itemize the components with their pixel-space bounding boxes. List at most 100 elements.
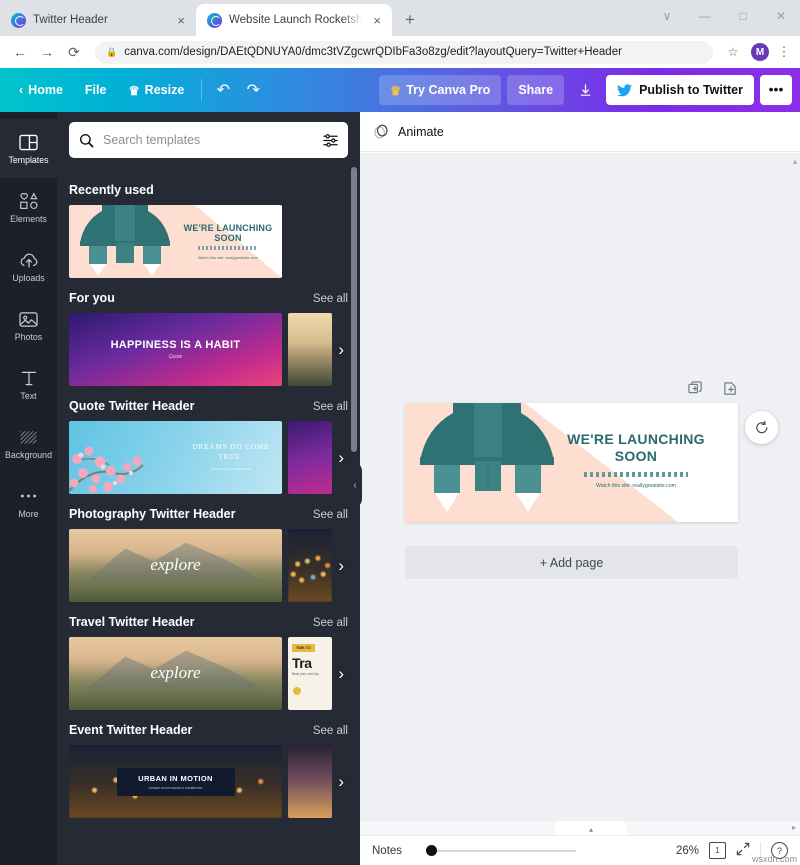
bottom-scroll-strip: ▴ ▸ [360, 821, 800, 835]
tab-search-icon[interactable]: ∨ [648, 0, 686, 32]
try-canva-pro-button[interactable]: ♛ Try Canva Pro [379, 75, 502, 105]
design-page[interactable]: WE'RE LAUNCHING SOON Watch this site: re… [405, 403, 738, 522]
new-tab-button[interactable]: + [396, 6, 424, 34]
file-menu-button[interactable]: File [74, 75, 118, 105]
template-card-rocketship[interactable]: WE'RE LAUNCHING SOON Watch this site: re… [69, 205, 282, 278]
browser-tab-2[interactable]: Website Launch Rocketship Twitt × [196, 4, 392, 36]
page-count-button[interactable]: 1 [709, 842, 728, 861]
next-arrow-icon[interactable]: › [338, 448, 344, 468]
sidebar-item-elements[interactable]: Elements [0, 178, 57, 237]
browser-menu-icon[interactable]: ⋮ [776, 45, 792, 58]
template-card-explore-travel[interactable]: explore [69, 637, 282, 710]
template-row: explore › [69, 529, 348, 602]
sidebar-item-templates[interactable]: Templates [0, 119, 57, 178]
templates-scroll-area[interactable]: Recently used WE'RE LAUNCHING SOON Watch… [57, 170, 360, 865]
scroll-right-icon[interactable]: ▸ [792, 823, 796, 832]
next-arrow-icon[interactable]: › [338, 772, 344, 792]
uploads-icon [19, 250, 39, 270]
design-text-block[interactable]: WE'RE LAUNCHING SOON Watch this site: re… [548, 431, 724, 489]
template-row: HAPPINESS IS A HABIT Quote › [69, 313, 348, 386]
zoom-slider-knob[interactable] [426, 845, 438, 856]
home-button[interactable]: ‹ Home [8, 75, 74, 105]
regenerate-button[interactable] [745, 411, 778, 444]
section-for-you: For you See all HAPPINESS IS A HABIT Quo… [57, 291, 360, 386]
duplicate-page-icon[interactable] [688, 381, 703, 396]
section-title: Quote Twitter Header [69, 399, 195, 413]
resize-button[interactable]: ♛ Resize [117, 75, 195, 105]
collapse-panel-button[interactable]: ‹ [348, 462, 362, 508]
see-all-link[interactable]: See all [313, 401, 348, 413]
profile-avatar[interactable]: M [751, 43, 769, 61]
more-icon [19, 486, 38, 506]
add-page-button[interactable]: + Add page [405, 546, 738, 579]
sidebar-item-uploads[interactable]: Uploads [0, 237, 57, 296]
download-icon[interactable] [570, 75, 600, 105]
close-tab-icon[interactable]: × [370, 14, 384, 27]
see-all-link[interactable]: See all [313, 617, 348, 629]
bookmark-star-icon[interactable]: ☆ [722, 45, 744, 59]
sidebar-item-text[interactable]: Text [0, 355, 57, 414]
window-controls: ∨ — □ ✕ [648, 0, 800, 32]
filter-icon[interactable] [323, 133, 338, 148]
section-header: Quote Twitter Header See all [69, 399, 348, 413]
browser-omnibar: ← → ⟳ 🔒 canva.com/design/DAEtQDNUYA0/dmc… [0, 36, 800, 68]
panel-scrollbar-thumb[interactable] [351, 167, 357, 452]
animate-button[interactable]: Animate [398, 125, 444, 139]
template-card-dreams[interactable]: DREAMS DO COME TRUE. We will help you ac… [69, 421, 282, 494]
fullscreen-icon[interactable] [736, 842, 750, 859]
design-subtext: Watch this site: reallygreatsite.com [596, 482, 676, 489]
template-card-peek[interactable] [288, 529, 332, 602]
template-card-explore-photography[interactable]: explore [69, 529, 282, 602]
sidebar-item-more[interactable]: More [0, 473, 57, 532]
template-card-peek[interactable] [288, 745, 332, 818]
template-card-urban-in-motion[interactable]: URBAN IN MOTION STREET PHOTOGRAPHY EXHIB… [69, 745, 282, 818]
happiness-thumbnail: HAPPINESS IS A HABIT Quote [69, 313, 282, 386]
design-canvas-area[interactable]: ▴ WE'RE LAUNCHING SOON Watch this site: … [360, 153, 800, 821]
add-page-icon[interactable] [723, 381, 738, 396]
watermark: wsxdn.com [751, 854, 797, 864]
see-all-link[interactable]: See all [313, 725, 348, 737]
next-arrow-icon[interactable]: › [338, 664, 344, 684]
try-pro-label: Try Canva Pro [406, 83, 491, 97]
expand-notes-handle[interactable]: ▴ [555, 821, 627, 835]
template-card-peek[interactable] [288, 313, 332, 386]
maximize-icon[interactable]: □ [724, 0, 762, 32]
publish-label: Publish to Twitter [639, 83, 743, 97]
next-arrow-icon[interactable]: › [338, 340, 344, 360]
back-icon[interactable]: ← [8, 40, 32, 64]
canva-favicon-icon [207, 12, 222, 28]
see-all-link[interactable]: See all [313, 293, 348, 305]
share-button[interactable]: Share [507, 75, 565, 105]
undo-icon[interactable]: ↶ [208, 75, 238, 105]
more-options-button[interactable]: ••• [760, 75, 792, 105]
section-header: Event Twitter Header See all [69, 723, 348, 737]
template-card-peek[interactable]: TIME TO Tra Book your next trip [288, 637, 332, 710]
publish-to-twitter-button[interactable]: Publish to Twitter [606, 75, 754, 105]
minimize-icon[interactable]: — [686, 0, 724, 32]
template-row: DREAMS DO COME TRUE. We will help you ac… [69, 421, 348, 494]
notes-button[interactable]: Notes [372, 845, 402, 857]
sidebar-item-photos[interactable]: Photos [0, 296, 57, 355]
redo-icon[interactable]: ↷ [238, 75, 268, 105]
zoom-slider[interactable] [426, 844, 577, 858]
next-arrow-icon[interactable]: › [338, 556, 344, 576]
section-title: Photography Twitter Header [69, 507, 236, 521]
sidebar-item-background[interactable]: Background [0, 414, 57, 473]
background-icon [19, 427, 38, 447]
close-tab-icon[interactable]: × [174, 14, 188, 27]
travel-thumbnail: TIME TO Tra Book your next trip [288, 637, 332, 710]
browser-tab-1[interactable]: Twitter Header × [0, 4, 196, 36]
scroll-up-icon[interactable]: ▴ [793, 157, 797, 166]
section-event-twitter-header: Event Twitter Header See all URBAN IN MO… [57, 723, 360, 818]
section-title: Event Twitter Header [69, 723, 193, 737]
search-input[interactable]: Search templates [103, 133, 314, 147]
template-card-happiness[interactable]: HAPPINESS IS A HABIT Quote [69, 313, 282, 386]
reload-icon[interactable]: ⟳ [62, 40, 86, 64]
search-templates-box[interactable]: Search templates [69, 122, 348, 158]
address-bar[interactable]: 🔒 canva.com/design/DAEtQDNUYA0/dmc3tVZgc… [95, 40, 713, 64]
see-all-link[interactable]: See all [313, 509, 348, 521]
close-window-icon[interactable]: ✕ [762, 0, 800, 32]
template-card-peek[interactable] [288, 421, 332, 494]
editor-toolbar: Animate [360, 112, 800, 152]
forward-icon[interactable]: → [35, 40, 59, 64]
